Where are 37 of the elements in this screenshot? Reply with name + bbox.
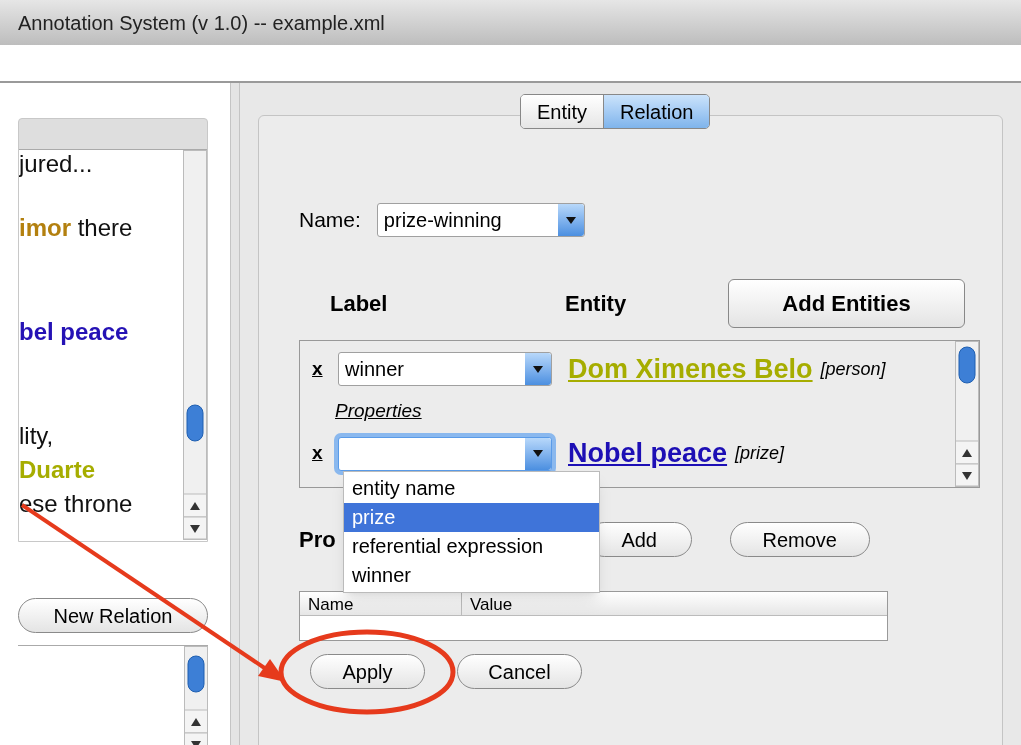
field-label: Name: xyxy=(299,207,361,234)
remove-link[interactable]: x xyxy=(312,439,338,468)
add-entities-button[interactable]: Add Entities xyxy=(728,279,965,328)
document-text: lity, xyxy=(19,422,54,449)
caret-icon xyxy=(565,216,576,224)
scrollbar-drawing[interactable] xyxy=(955,341,979,487)
entity-type: [prize] xyxy=(735,442,785,465)
entity-text: Duarte xyxy=(19,456,96,483)
document-text: ese throne xyxy=(19,490,133,517)
column-header: Value xyxy=(469,594,514,615)
new-relation-button[interactable]: New Relation xyxy=(18,598,208,633)
menu-option[interactable]: prize xyxy=(344,503,599,532)
entity-link[interactable]: Nobel peace xyxy=(568,433,728,474)
remove-link[interactable]: x xyxy=(312,354,338,384)
entity-text: bel peace xyxy=(19,318,129,345)
entity-text: imor xyxy=(19,214,71,241)
document-text: there xyxy=(76,214,133,241)
dropdown-field[interactable]: winner xyxy=(338,352,552,386)
column-header: Label xyxy=(330,290,389,318)
entity-type: [person] xyxy=(820,357,886,381)
remove-button[interactable]: Remove xyxy=(729,522,870,557)
caret-icon xyxy=(533,450,543,457)
column-header: Entity xyxy=(565,290,628,318)
tab[interactable]: Entity xyxy=(521,95,604,128)
dropdown-field[interactable]: prize-winning xyxy=(376,203,585,237)
menu-option[interactable]: entity name xyxy=(344,474,599,503)
caret-icon xyxy=(533,365,543,373)
section-label: Pro xyxy=(299,526,336,554)
apply-button[interactable]: Apply xyxy=(310,654,425,689)
scrollbar-drawing[interactable] xyxy=(183,150,207,540)
properties-link[interactable]: Properties xyxy=(335,397,422,426)
document-text: jured... xyxy=(19,150,93,177)
cancel-button[interactable]: Cancel xyxy=(457,654,582,689)
menu-option[interactable]: winner xyxy=(344,561,599,590)
scrollbar-drawing[interactable] xyxy=(184,646,208,745)
window-title: Annotation System (v 1.0) -- example.xml xyxy=(18,10,385,36)
tab[interactable]: Relation xyxy=(603,95,710,128)
